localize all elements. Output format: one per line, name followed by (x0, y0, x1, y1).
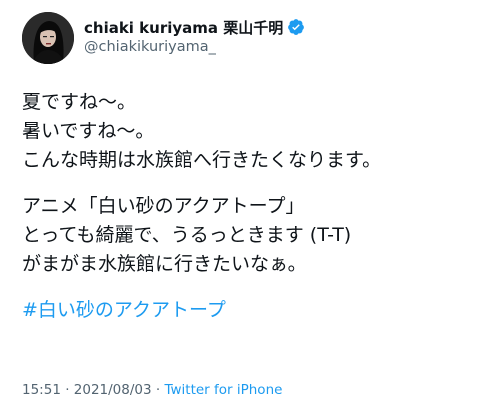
avatar-portrait-icon (22, 12, 74, 64)
tweet-date[interactable]: 2021/08/03 (74, 382, 152, 398)
tweet-time[interactable]: 15:51 (22, 382, 61, 398)
tweet-paragraph-1: 夏ですね〜。 暑いですね〜。 こんな時期は水族館へ行きたくなります。 (22, 88, 472, 175)
tweet-line: 暑いですね〜。 (22, 120, 155, 142)
tweet-text: 夏ですね〜。 暑いですね〜。 こんな時期は水族館へ行きたくなります。 アニメ「白… (22, 88, 472, 325)
tweet-meta: 15:51 · 2021/08/03 · Twitter for iPhone (22, 382, 282, 398)
tweet-card: chiaki kuriyama 栗山千明 @chiakikuriyama_ 夏で… (0, 0, 480, 416)
tweet-line: アニメ「白い砂のアクアトープ」 (22, 195, 305, 217)
verified-badge-icon (288, 19, 305, 35)
tweet-paragraph-2: アニメ「白い砂のアクアトープ」 とっても綺麗で、うるっときます (T-T) がま… (22, 192, 472, 279)
tweet-line: こんな時期は水族館へ行きたくなります。 (22, 149, 382, 171)
display-name[interactable]: chiaki kuriyama 栗山千明 (84, 17, 283, 38)
hashtag-link[interactable]: #白い砂のアクアトープ (22, 296, 472, 325)
meta-separator: · (60, 382, 74, 398)
tweet-line: とっても綺麗で、うるっときます (T-T) (22, 224, 352, 246)
tweet-line: 夏ですね〜。 (22, 91, 137, 113)
meta-separator: · (151, 382, 165, 398)
author-handle[interactable]: @chiakikuriyama_ (84, 39, 305, 55)
tweet-header: chiaki kuriyama 栗山千明 @chiakikuriyama_ (22, 12, 305, 68)
avatar[interactable] (22, 12, 74, 64)
tweet-line: がまがま水族館に行きたいなぁ。 (22, 253, 307, 275)
author-names: chiaki kuriyama 栗山千明 @chiakikuriyama_ (84, 16, 305, 55)
tweet-paragraph-3: #白い砂のアクアトープ (22, 296, 472, 325)
tweet-source-link[interactable]: Twitter for iPhone (164, 382, 282, 398)
display-name-row: chiaki kuriyama 栗山千明 (84, 16, 305, 38)
